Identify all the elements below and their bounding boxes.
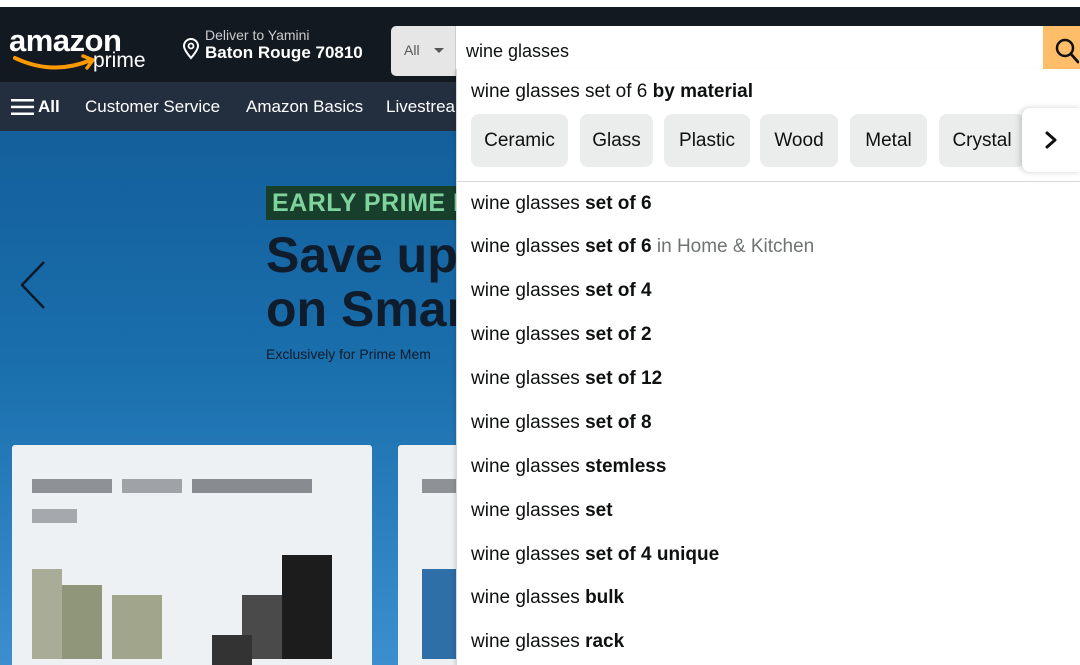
blurred-text: [422, 479, 456, 493]
blurred-image: [212, 635, 252, 665]
suggestion-bold: set: [585, 500, 613, 521]
suggestion-prefix: wine glasses: [471, 587, 580, 608]
promo-subtext: Exclusively for Prime Mem: [266, 346, 431, 362]
promo-headline-2: on Smar: [266, 281, 456, 337]
blurred-image: [422, 569, 456, 659]
dropdown-divider: [457, 181, 1080, 182]
suggestion-item[interactable]: wine glasses set of 8: [471, 408, 652, 438]
suggestion-bold: set of 2: [585, 324, 652, 345]
suggestion-prefix: wine glasses: [471, 412, 580, 433]
deliver-to[interactable]: Deliver to Yamini Baton Rouge 70810: [181, 26, 381, 68]
chips-next-button[interactable]: [1022, 108, 1080, 172]
material-chip-ceramic[interactable]: Ceramic: [471, 114, 568, 167]
promo-headline-1: Save up: [266, 227, 456, 283]
suggestion-prefix: wine glasses: [471, 193, 580, 214]
suggestion-item[interactable]: wine glasses set of 6: [471, 189, 652, 219]
suggestion-item[interactable]: wine glasses set of 4: [471, 276, 652, 306]
blurred-image: [112, 595, 162, 659]
suggestion-bold: set of 12: [585, 368, 663, 389]
suggestion-item[interactable]: wine glasses set of 2: [471, 320, 652, 350]
blurred-text: [32, 479, 112, 493]
suggestion-prefix: wine glasses: [471, 280, 580, 301]
search-icon: [1055, 38, 1079, 64]
suggestion-prefix: wine glasses: [471, 631, 580, 652]
suggestion-item[interactable]: wine glasses stemless: [471, 452, 666, 482]
suggestion-bold: set of 4 unique: [585, 544, 720, 565]
search-suggestions-dropdown: wine glasses set of 6 by material Cerami…: [456, 69, 1080, 665]
deliver-to-name: Deliver to Yamini: [205, 27, 310, 43]
suggestion-department: in Home & Kitchen: [656, 236, 815, 257]
suggestion-prefix: wine glasses: [471, 324, 580, 345]
suggestion-item[interactable]: wine glasses set of 4 unique: [471, 540, 719, 570]
search-department-select[interactable]: All: [391, 26, 456, 76]
amazon-prime-logo[interactable]: amazon prime: [9, 24, 157, 80]
suggestion-item[interactable]: wine glasses set of 6 in Home & Kitchen: [471, 232, 814, 262]
suggestion-item[interactable]: wine glasses bulk: [471, 583, 624, 613]
blurred-text: [32, 509, 77, 523]
caret-down-icon: [434, 48, 444, 53]
nav-link-livestreams[interactable]: Livestrea: [386, 95, 455, 119]
blurred-text: [192, 479, 312, 493]
nav-link-customer-service[interactable]: Customer Service: [85, 95, 220, 119]
suggestion-bold: set of 8: [585, 412, 652, 433]
suggestion-prefix: wine glasses: [471, 236, 580, 257]
location-pin-icon: [182, 38, 200, 60]
suggestion-prefix: wine glasses: [471, 368, 580, 389]
product-card-blurred[interactable]: [398, 445, 456, 665]
blurred-text: [122, 479, 182, 493]
suggestion-prefix: wine glasses: [471, 544, 580, 565]
material-chip-glass[interactable]: Glass: [580, 114, 653, 167]
material-chip-crystal[interactable]: Crystal: [939, 114, 1025, 167]
suggestion-bold: bulk: [585, 587, 625, 608]
suggestion-prefix: wine glasses: [471, 456, 580, 477]
search-department-label: All: [404, 42, 420, 58]
hamburger-icon: [11, 99, 34, 115]
nav-link-amazon-basics[interactable]: Amazon Basics: [246, 95, 363, 119]
deliver-to-location: Baton Rouge 70810: [205, 43, 363, 62]
suggestion-bold: set of 4: [585, 280, 652, 301]
nav-all-label: All: [38, 97, 60, 116]
promo-badge: EARLY PRIME DA: [266, 186, 456, 220]
chevron-right-icon: [1045, 131, 1057, 149]
suggestion-prefix: wine glasses: [471, 500, 580, 521]
window-top-edge: [0, 0, 1080, 7]
material-chip-metal[interactable]: Metal: [850, 114, 927, 167]
logo-prime-text: prime: [93, 49, 146, 72]
suggestion-bold: set of 6: [585, 193, 652, 214]
blurred-image: [282, 555, 332, 659]
suggestion-bold: stemless: [585, 456, 667, 477]
hero-banner[interactable]: EARLY PRIME DA Save up on Smar Exclusive…: [0, 131, 456, 665]
material-chip-wood[interactable]: Wood: [760, 114, 838, 167]
product-card-blurred[interactable]: [12, 445, 372, 665]
amazon-smile-icon: [13, 54, 95, 70]
suggestion-item[interactable]: wine glasses set: [471, 496, 613, 526]
suggestion-bold: set of 6: [585, 236, 652, 257]
chevron-left-icon[interactable]: [18, 259, 48, 311]
suggestion-material-heading[interactable]: wine glasses set of 6 by material: [471, 80, 753, 104]
suggestion-item[interactable]: wine glasses rack: [471, 627, 624, 657]
material-chip-plastic[interactable]: Plastic: [664, 114, 750, 167]
suggestion-bold: rack: [585, 631, 625, 652]
blurred-image: [32, 569, 62, 659]
suggestion-item[interactable]: wine glasses set of 12: [471, 364, 662, 394]
suggestion-material-prefix: wine glasses set of 6: [471, 81, 648, 102]
suggestion-material-bold: by material: [652, 81, 753, 102]
blurred-image: [62, 585, 102, 659]
